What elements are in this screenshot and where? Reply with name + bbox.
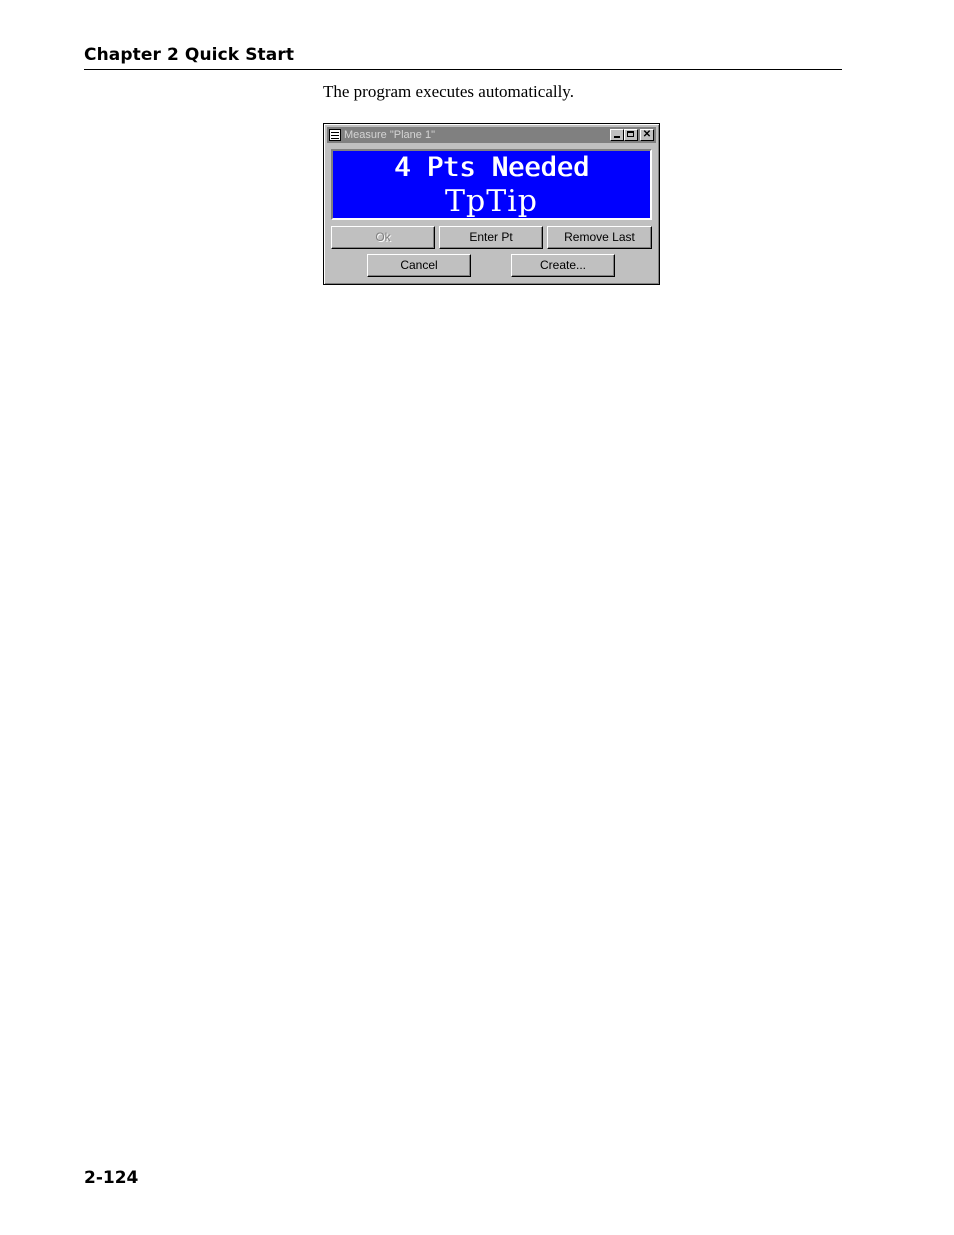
cancel-button[interactable]: Cancel <box>367 254 471 277</box>
dialog-titlebar[interactable]: Measure "Plane 1" ✕ <box>327 127 656 143</box>
maximize-icon[interactable] <box>624 129 638 141</box>
dialog-title: Measure "Plane 1" <box>344 129 435 141</box>
probe-tip-text: TpTip <box>444 184 539 219</box>
title-buttons: ✕ <box>610 129 654 141</box>
minimize-icon[interactable] <box>610 129 624 141</box>
header-rule <box>84 69 842 70</box>
points-needed-text: 4 Pts Needed <box>393 152 590 183</box>
points-display: 4 Pts Needed TpTip <box>331 149 652 220</box>
ok-button[interactable]: Ok <box>331 226 435 249</box>
page-number: 2-124 <box>84 1168 139 1188</box>
remove-last-button[interactable]: Remove Last <box>547 226 652 249</box>
close-icon[interactable]: ✕ <box>640 129 654 141</box>
measure-dialog: Measure "Plane 1" ✕ 4 Pts Needed TpTip O… <box>323 123 660 285</box>
intro-text: The program executes automatically. <box>323 82 574 101</box>
chapter-title: Chapter 2 Quick Start <box>84 45 295 65</box>
create-button[interactable]: Create... <box>511 254 615 277</box>
window-icon[interactable] <box>329 129 341 141</box>
enter-pt-button[interactable]: Enter Pt <box>439 226 543 249</box>
